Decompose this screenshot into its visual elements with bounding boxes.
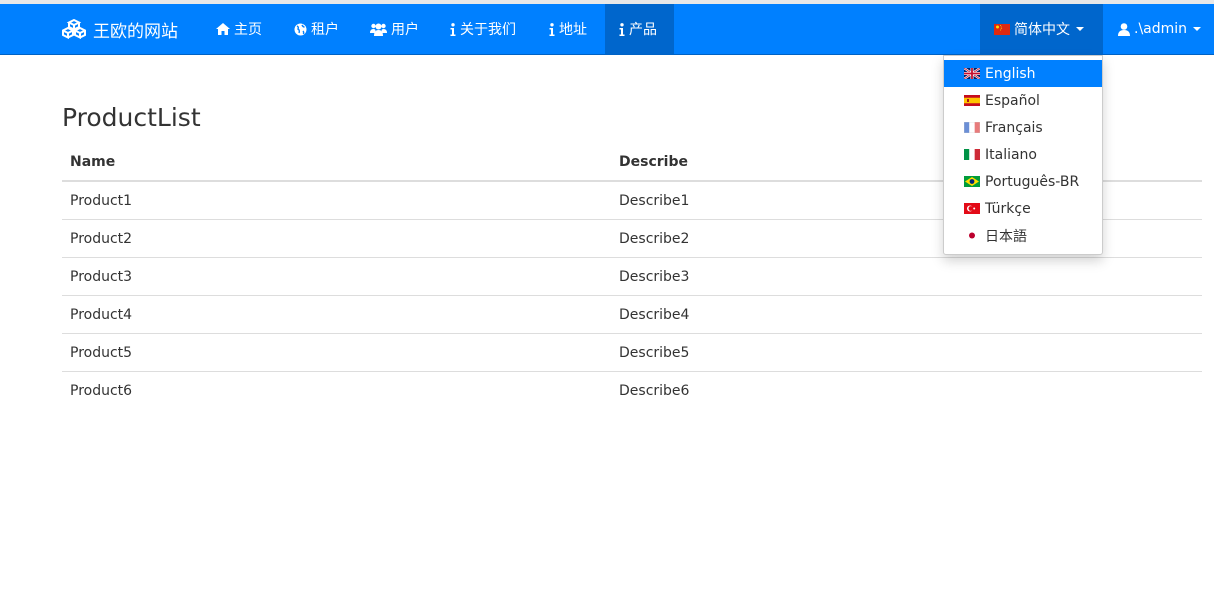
nav-item-users[interactable]: 用户 bbox=[356, 4, 433, 54]
language-option-japanese[interactable]: 日本語 bbox=[944, 222, 1102, 249]
language-option-spanish[interactable]: Español bbox=[944, 87, 1102, 114]
info-icon bbox=[549, 22, 555, 36]
fr-flag-icon bbox=[964, 122, 980, 133]
user-icon bbox=[1118, 22, 1130, 36]
language-option-english[interactable]: English bbox=[944, 60, 1102, 87]
language-dropdown-menu: English Español Français Italiano Portug… bbox=[943, 55, 1103, 255]
nav-item-tenants[interactable]: 租户 bbox=[280, 4, 353, 54]
info-icon bbox=[619, 22, 625, 36]
nav-label: 地址 bbox=[559, 22, 587, 38]
cell-describe: Describe3 bbox=[619, 269, 690, 285]
cell-describe: Describe2 bbox=[619, 231, 690, 247]
it-flag-icon bbox=[964, 149, 980, 160]
navbar: 王欧的网站 主页 租户 用户 关于我们 地址 产品 简体中文 .\admin bbox=[0, 4, 1214, 55]
caret-down-icon bbox=[1193, 27, 1202, 31]
table-row: Product5 Describe5 bbox=[62, 334, 1202, 372]
language-label: Türkçe bbox=[985, 200, 1031, 217]
cell-describe: Describe4 bbox=[619, 307, 690, 323]
nav-label: 关于我们 bbox=[460, 22, 516, 38]
nav-label: 租户 bbox=[311, 22, 339, 38]
caret-down-icon bbox=[1076, 27, 1084, 31]
column-header-describe: Describe bbox=[619, 154, 688, 170]
language-dropdown-toggle[interactable]: 简体中文 bbox=[980, 4, 1103, 54]
nav-item-products[interactable]: 产品 bbox=[605, 4, 674, 54]
es-flag-icon bbox=[964, 95, 980, 106]
brand-link[interactable]: 王欧的网站 bbox=[62, 4, 178, 54]
cell-name: Product1 bbox=[70, 193, 133, 209]
table-row: Product3 Describe3 bbox=[62, 258, 1202, 296]
cell-describe: Describe6 bbox=[619, 383, 690, 399]
cn-flag-icon bbox=[994, 23, 1010, 35]
cubes-icon bbox=[62, 19, 86, 39]
cell-name: Product6 bbox=[70, 383, 133, 399]
tr-flag-icon bbox=[964, 203, 980, 214]
user-name: .\admin bbox=[1134, 21, 1188, 37]
language-option-french[interactable]: Français bbox=[944, 114, 1102, 141]
language-option-portuguese-br[interactable]: Português-BR bbox=[944, 168, 1102, 195]
users-icon bbox=[370, 23, 387, 36]
nav-item-address[interactable]: 地址 bbox=[535, 4, 601, 54]
table-row: Product4 Describe4 bbox=[62, 296, 1202, 334]
language-label: English bbox=[985, 65, 1036, 82]
language-label: Français bbox=[985, 119, 1043, 136]
gb-flag-icon bbox=[964, 68, 980, 79]
globe-icon bbox=[294, 23, 307, 35]
language-option-turkish[interactable]: Türkçe bbox=[944, 195, 1102, 222]
column-header-name: Name bbox=[70, 154, 116, 170]
table-row: Product6 Describe6 bbox=[62, 372, 1202, 410]
language-label: Italiano bbox=[985, 146, 1037, 163]
cell-name: Product2 bbox=[70, 231, 133, 247]
user-dropdown-toggle[interactable]: .\admin bbox=[1104, 4, 1214, 54]
info-icon bbox=[450, 22, 456, 36]
page-title: ProductList bbox=[62, 103, 201, 132]
nav-label: 产品 bbox=[629, 22, 657, 38]
cell-name: Product5 bbox=[70, 345, 133, 361]
cell-name: Product4 bbox=[70, 307, 133, 323]
current-language: 简体中文 bbox=[1014, 22, 1070, 38]
cell-name: Product3 bbox=[70, 269, 133, 285]
language-label: Español bbox=[985, 92, 1040, 109]
nav-label: 主页 bbox=[234, 22, 262, 38]
nav-item-home[interactable]: 主页 bbox=[202, 4, 276, 54]
jp-flag-icon bbox=[964, 230, 980, 241]
cell-describe: Describe5 bbox=[619, 345, 690, 361]
br-flag-icon bbox=[964, 176, 980, 187]
home-icon bbox=[216, 23, 230, 35]
nav-label: 用户 bbox=[391, 22, 419, 38]
language-option-italian[interactable]: Italiano bbox=[944, 141, 1102, 168]
brand-title: 王欧的网站 bbox=[93, 21, 178, 42]
language-label: 日本語 bbox=[985, 228, 1027, 245]
cell-describe: Describe1 bbox=[619, 193, 690, 209]
nav-item-about[interactable]: 关于我们 bbox=[436, 4, 530, 54]
language-label: Português-BR bbox=[985, 173, 1080, 190]
